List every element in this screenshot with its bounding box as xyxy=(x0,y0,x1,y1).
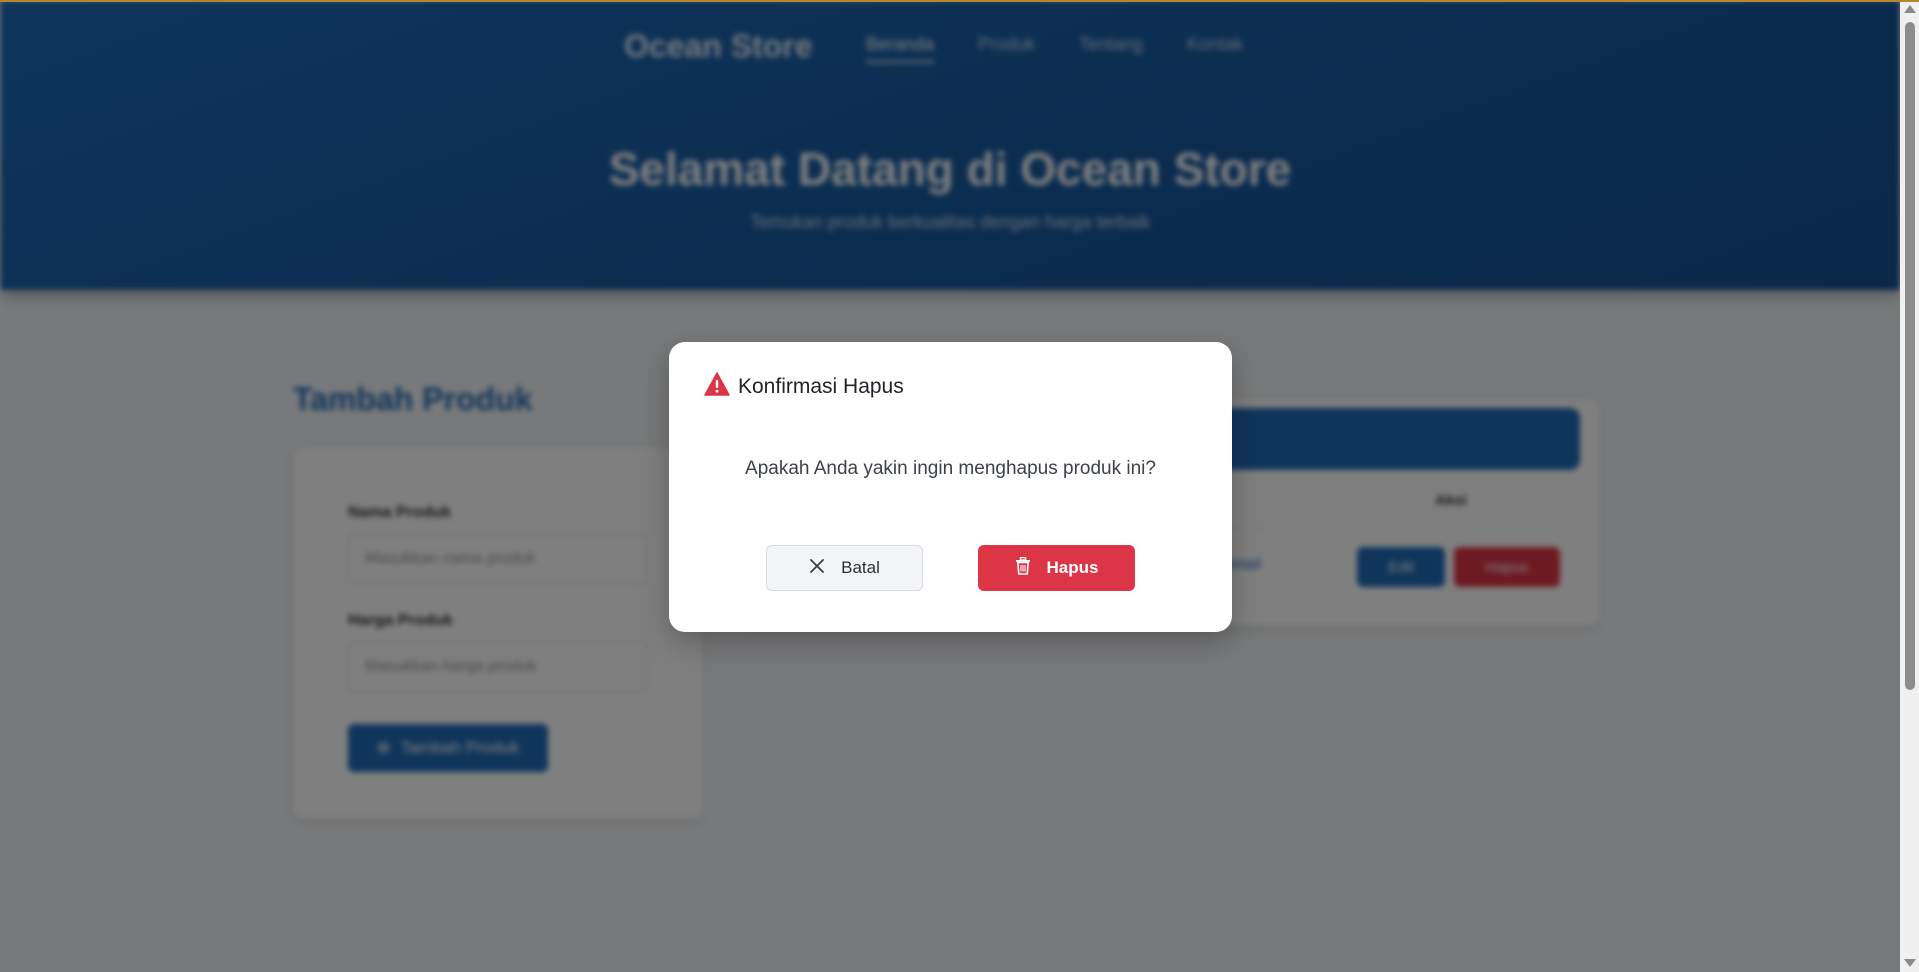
scroll-down-arrow-icon[interactable] xyxy=(1904,959,1916,967)
scrollbar-thumb[interactable] xyxy=(1905,22,1915,690)
confirm-delete-button-label: Hapus xyxy=(1046,558,1099,577)
modal-message: Apakah Anda yakin ingin menghapus produk… xyxy=(745,458,1156,479)
trash-icon xyxy=(1015,556,1031,580)
top-accent-line xyxy=(0,0,1919,2)
warning-triangle-icon xyxy=(704,372,730,401)
cancel-button-label: Batal xyxy=(841,558,880,577)
scroll-up-arrow-icon[interactable] xyxy=(1904,5,1916,13)
vertical-scrollbar[interactable] xyxy=(1900,0,1919,972)
delete-confirm-modal: Konfirmasi Hapus Apakah Anda yakin ingin… xyxy=(669,342,1232,632)
close-icon xyxy=(809,558,825,579)
modal-title: Konfirmasi Hapus xyxy=(738,374,904,398)
modal-header: Konfirmasi Hapus xyxy=(704,372,904,401)
cancel-button[interactable]: Batal xyxy=(766,545,923,591)
confirm-delete-button[interactable]: Hapus xyxy=(978,545,1135,591)
